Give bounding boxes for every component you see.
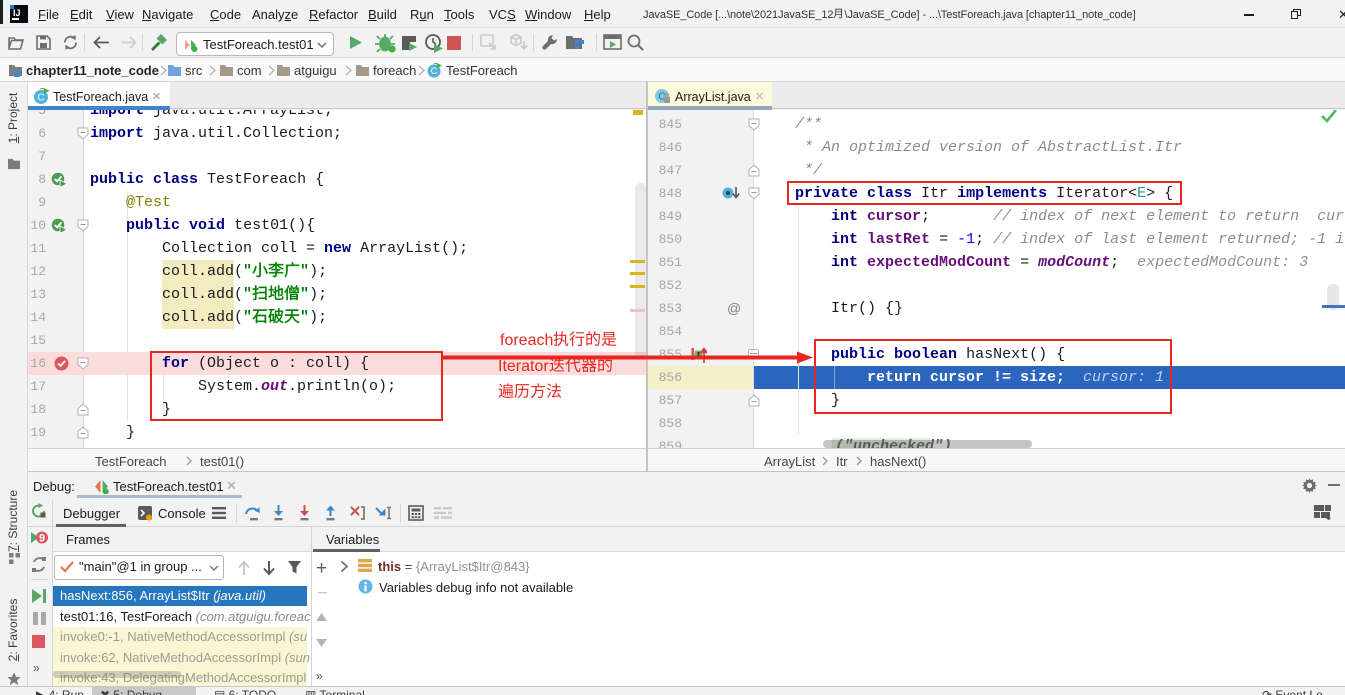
svg-text:C: C [431, 66, 438, 76]
svg-text:C: C [37, 93, 44, 104]
svg-text:9: 9 [39, 533, 45, 545]
